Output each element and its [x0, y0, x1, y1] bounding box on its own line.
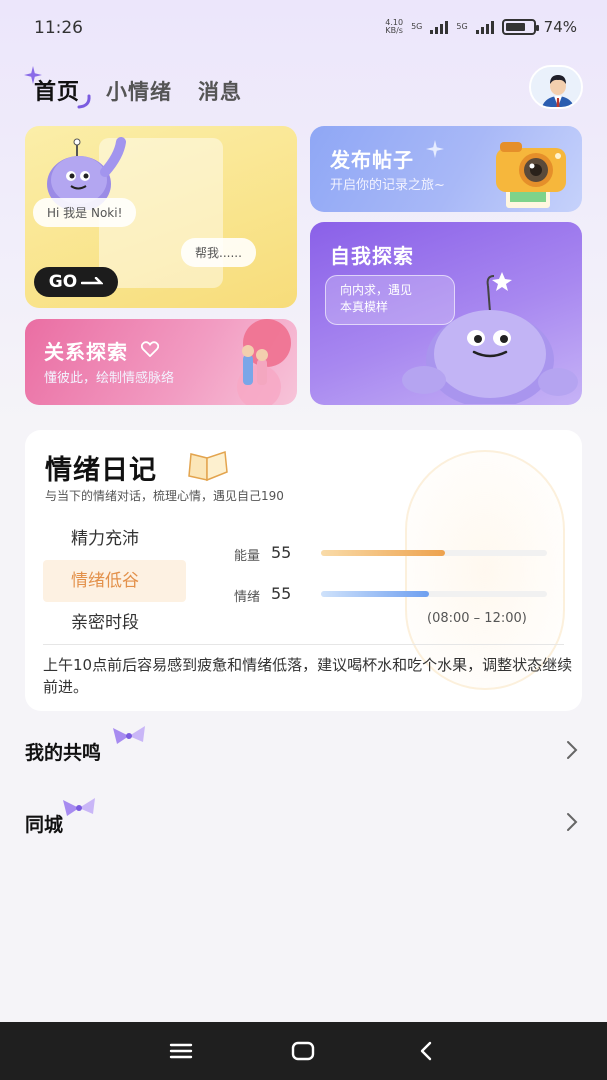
top-tabs: 首页 小情绪 消息 [24, 66, 242, 109]
sim1-label: 5G [411, 22, 423, 31]
sparkle-icon [426, 140, 444, 158]
mood-label: 情绪 [234, 590, 261, 605]
post-card-subtitle: 开启你的记录之旅~ [330, 178, 445, 193]
couple-illustration-icon [237, 319, 291, 405]
network-speed: 4.10 KB/s [385, 18, 404, 35]
energy-bar-fill [321, 550, 446, 556]
tab-mood[interactable]: 小情绪 [106, 76, 172, 106]
tab-messages[interactable]: 消息 [198, 76, 242, 106]
mood-item-energetic[interactable]: 精力充沛 [43, 518, 186, 560]
energy-bar [321, 550, 547, 556]
mood-diary-card[interactable]: 情绪日记 与当下的情绪对话，梳理心情，遇见自己190 精力充沛 情绪低谷 亲密时… [25, 430, 582, 711]
tab-home[interactable]: 首页 [24, 66, 91, 109]
back-icon [420, 1041, 432, 1061]
back-button[interactable] [406, 1031, 446, 1071]
camera-icon [496, 142, 566, 208]
same-city-label: 同城 [25, 814, 64, 836]
explore-card-title: 自我探索 [330, 244, 414, 268]
my-resonance-row[interactable]: 我的共鸣 [25, 726, 582, 770]
time-range: (08:00 – 12:00) [427, 611, 527, 626]
battery-level [505, 23, 525, 31]
sim2-label: 5G [456, 22, 468, 31]
self-explore-card[interactable]: 自我探索 向内求，遇见 本真模样 [310, 222, 582, 405]
post-card-title: 发布帖子 [330, 148, 414, 172]
mood-bar [321, 591, 547, 597]
mood-bar-fill [321, 591, 430, 597]
signal-icon [430, 20, 449, 34]
energy-value: 55 [271, 543, 292, 562]
diary-title: 情绪日记 [45, 455, 157, 486]
relation-card-subtitle: 懂彼此，绘制情感脉络 [44, 371, 175, 386]
my-resonance-label: 我的共鸣 [25, 742, 102, 764]
go-button[interactable]: GO [34, 267, 118, 297]
relation-card-title: 关系探索 [44, 340, 128, 364]
bow-icon [113, 726, 145, 744]
same-city-row[interactable]: 同城 [25, 798, 582, 842]
home-square-icon [292, 1041, 315, 1061]
heart-icon [141, 341, 159, 357]
energy-label: 能量 [234, 549, 261, 564]
arrow-right-icon [81, 277, 104, 285]
mood-value: 55 [271, 584, 292, 603]
diary-divider [43, 644, 564, 645]
tab-curve-icon [77, 94, 91, 109]
bow-icon [63, 798, 95, 816]
menu-button[interactable] [161, 1031, 201, 1071]
system-nav-bar [0, 1022, 607, 1080]
relation-explore-card[interactable]: 关系探索 懂彼此，绘制情感脉络 [25, 319, 297, 405]
battery-icon [501, 19, 539, 35]
chevron-right-icon [567, 813, 578, 831]
publish-post-card[interactable]: 发布帖子 开启你的记录之旅~ [310, 126, 582, 212]
noki-greeting-bubble: Hi 我是 Noki! [33, 198, 137, 227]
status-icons: 4.10 KB/s 5G 5G 74% [385, 18, 577, 36]
sparkle-icon [24, 66, 42, 84]
avatar-icon [531, 67, 581, 107]
battery-percent: 74% [543, 18, 577, 36]
diary-subtitle: 与当下的情绪对话，梳理心情，遇见自己190 [45, 489, 284, 503]
signal-icon-2 [475, 20, 494, 34]
mood-item-intimate[interactable]: 亲密时段 [43, 602, 186, 644]
menu-icon [169, 1043, 193, 1059]
status-time: 11:26 [34, 18, 83, 38]
home-button[interactable] [283, 1031, 323, 1071]
book-icon [188, 450, 228, 482]
mood-item-low[interactable]: 情绪低谷 [43, 560, 186, 602]
status-bar: 11:26 4.10 KB/s 5G 5G 74% [0, 0, 607, 56]
chevron-right-icon [567, 741, 578, 759]
help-bubble[interactable]: 帮我...... [181, 238, 256, 267]
explore-mascot-icon [402, 272, 578, 404]
noki-chat-card[interactable]: Hi 我是 Noki! 帮我...... GO [25, 126, 297, 308]
diary-advice: 上午10点前后容易感到疲惫和情绪低落，建议喝杯水和吃个水果，调整状态继续前进。 [43, 656, 573, 696]
avatar[interactable] [529, 65, 583, 109]
mood-list: 精力充沛 情绪低谷 亲密时段 [43, 518, 186, 644]
